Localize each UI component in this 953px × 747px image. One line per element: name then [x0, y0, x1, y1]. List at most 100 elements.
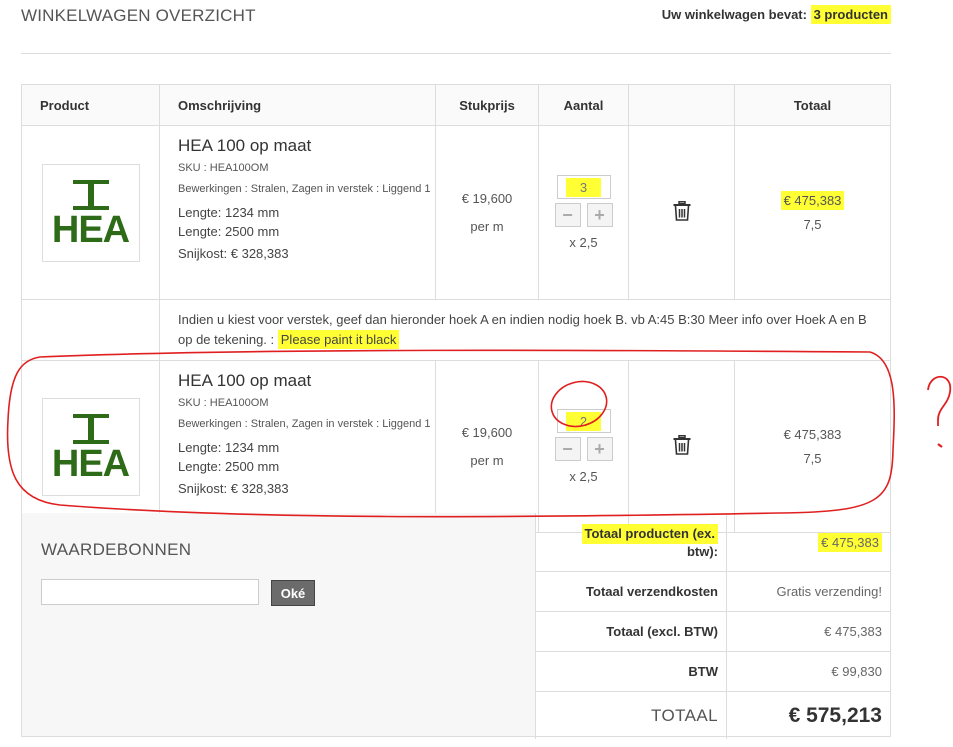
col-header-unit-price: Stukprijs	[435, 84, 539, 126]
quantity-cell: 2 − + x 2,5	[538, 360, 629, 533]
product-image-label: HEA	[51, 442, 130, 485]
quantity-value: 2	[565, 411, 602, 431]
quantity-input[interactable]: 2	[556, 409, 611, 433]
col-header-description: Omschrijving	[159, 84, 436, 126]
unit-price-cell: € 19,600 per m	[435, 125, 539, 300]
totals-row-vat: BTW € 99,830	[535, 652, 890, 692]
total-products-value: € 475,383	[818, 532, 882, 552]
quantity-stepper: − +	[554, 203, 613, 227]
col-header-total: Totaal	[734, 84, 891, 126]
vat-value: € 99,830	[831, 664, 882, 679]
product-image[interactable]: HEA	[41, 163, 140, 262]
annotation-question-mark	[927, 375, 951, 426]
line-total: € 475,383	[780, 190, 845, 210]
product-description: HEA 100 op maat SKU : HEA100OM Bewerking…	[159, 125, 436, 300]
voucher-code-input[interactable]	[41, 579, 259, 605]
totals-row-excl-vat: Totaal (excl. BTW) € 475,383	[535, 612, 890, 652]
i-beam-icon	[72, 179, 109, 210]
quantity-multiplier: x 2,5	[569, 469, 598, 484]
col-header-actions	[628, 84, 735, 126]
product-sku: SKU : HEA100OM	[178, 397, 269, 409]
table-header-row: Product Omschrijving Stukprijs Aantal To…	[21, 84, 891, 126]
product-description: HEA 100 op maat SKU : HEA100OM Bewerking…	[159, 360, 436, 533]
actions-cell	[628, 360, 735, 533]
trash-icon	[673, 434, 690, 455]
cart-table: Product Omschrijving Stukprijs Aantal To…	[21, 84, 891, 533]
quantity-input[interactable]: 3	[556, 175, 611, 199]
increase-quantity-button[interactable]: +	[586, 437, 613, 461]
decrease-quantity-button[interactable]: −	[554, 437, 581, 461]
totals-row-shipping: Totaal verzendkosten Gratis verzending!	[535, 572, 890, 612]
delete-button[interactable]	[673, 200, 691, 224]
product-cutting-cost: Snijkost: € 328,383	[178, 481, 289, 496]
excl-vat-value: € 475,383	[824, 624, 882, 639]
unit-price-unit: per m	[470, 218, 504, 234]
page-title: WINKELWAGEN OVERZICHT	[21, 6, 256, 25]
unit-price: € 19,600	[461, 190, 513, 206]
totals-panel: Totaal producten (ex. btw): € 475,383 To…	[535, 513, 890, 739]
note-cell: Indien u kiest voor verstek, geef dan hi…	[159, 299, 891, 361]
quantity-cell: 3 − + x 2,5	[538, 125, 629, 300]
table-row: HEA HEA 100 op maat SKU : HEA100OM Bewer…	[21, 125, 891, 300]
product-cutting-cost: Snijkost: € 328,383	[178, 246, 289, 261]
unit-price: € 19,600	[461, 424, 513, 440]
quantity-multiplier: x 2,5	[569, 235, 598, 250]
product-name[interactable]: HEA 100 op maat	[178, 136, 434, 156]
product-length-2: Lengte: 2500 mm	[178, 459, 280, 474]
product-image-label: HEA	[51, 208, 130, 251]
quantity-stepper: − +	[554, 437, 613, 461]
product-length-1: Lengte: 1234 mm	[178, 440, 280, 455]
quantity-value: 3	[565, 177, 602, 197]
plus-icon: +	[594, 204, 605, 225]
vat-label: BTW	[536, 652, 727, 691]
product-image-cell: HEA	[21, 360, 160, 533]
product-sku: SKU : HEA100OM	[178, 162, 269, 174]
unit-price-unit: per m	[470, 452, 504, 468]
line-total: € 475,383	[783, 426, 842, 442]
increase-quantity-button[interactable]: +	[586, 203, 613, 227]
shipping-label: Totaal verzendkosten	[536, 572, 727, 611]
excl-vat-label: Totaal (excl. BTW)	[536, 612, 727, 651]
voucher-submit-button[interactable]: Oké	[271, 580, 315, 606]
col-header-quantity: Aantal	[538, 84, 629, 126]
note-value: Please paint it black	[277, 330, 400, 349]
cart-summary: Uw winkelwagen bevat: 3 producten	[661, 5, 891, 24]
product-image[interactable]: HEA	[41, 397, 140, 496]
trash-icon	[673, 200, 690, 221]
product-operations: Bewerkingen : Stralen, Zagen in verstek …	[178, 183, 431, 195]
table-row-note: Indien u kiest voor verstek, geef dan hi…	[21, 299, 891, 361]
shipping-value: Gratis verzending!	[776, 584, 883, 599]
decrease-quantity-button[interactable]: −	[554, 203, 581, 227]
minus-icon: −	[562, 438, 573, 459]
line-total-sub: 7,5	[803, 216, 822, 232]
grand-total-value: € 575,213	[788, 703, 882, 727]
total-products-cell: € 475,383	[727, 513, 890, 571]
cart-count: 3 producten	[810, 5, 891, 24]
total-products-label-line1: Totaal producten (ex.	[581, 524, 718, 544]
minus-icon: −	[562, 204, 573, 225]
product-length-2: Lengte: 2500 mm	[178, 224, 280, 239]
product-operations: Bewerkingen : Stralen, Zagen in verstek …	[178, 418, 431, 430]
table-row: HEA HEA 100 op maat SKU : HEA100OM Bewer…	[21, 360, 891, 533]
line-total-cell: € 475,383 7,5	[734, 360, 891, 533]
divider	[21, 53, 891, 54]
product-length-1: Lengte: 1234 mm	[178, 205, 280, 220]
annotation-question-dot	[937, 443, 943, 448]
plus-icon: +	[594, 438, 605, 459]
voucher-title: WAARDEBONNEN	[41, 540, 192, 559]
total-products-label: Totaal producten (ex. btw):	[536, 513, 727, 571]
totals-row-products: Totaal producten (ex. btw): € 475,383	[535, 513, 890, 572]
line-total-sub: 7,5	[803, 450, 822, 466]
note-empty-cell	[21, 299, 160, 361]
cart-summary-label: Uw winkelwagen bevat:	[661, 7, 807, 22]
voucher-panel: WAARDEBONNEN Oké	[22, 513, 535, 736]
line-total-cell: € 475,383 7,5	[734, 125, 891, 300]
actions-cell	[628, 125, 735, 300]
product-name[interactable]: HEA 100 op maat	[178, 371, 434, 391]
total-products-label-line2: btw):	[686, 544, 718, 559]
unit-price-cell: € 19,600 per m	[435, 360, 539, 533]
totals-row-grand: TOTAAL € 575,213	[535, 692, 890, 739]
delete-button[interactable]	[673, 434, 691, 458]
product-image-cell: HEA	[21, 125, 160, 300]
i-beam-icon	[72, 413, 109, 444]
